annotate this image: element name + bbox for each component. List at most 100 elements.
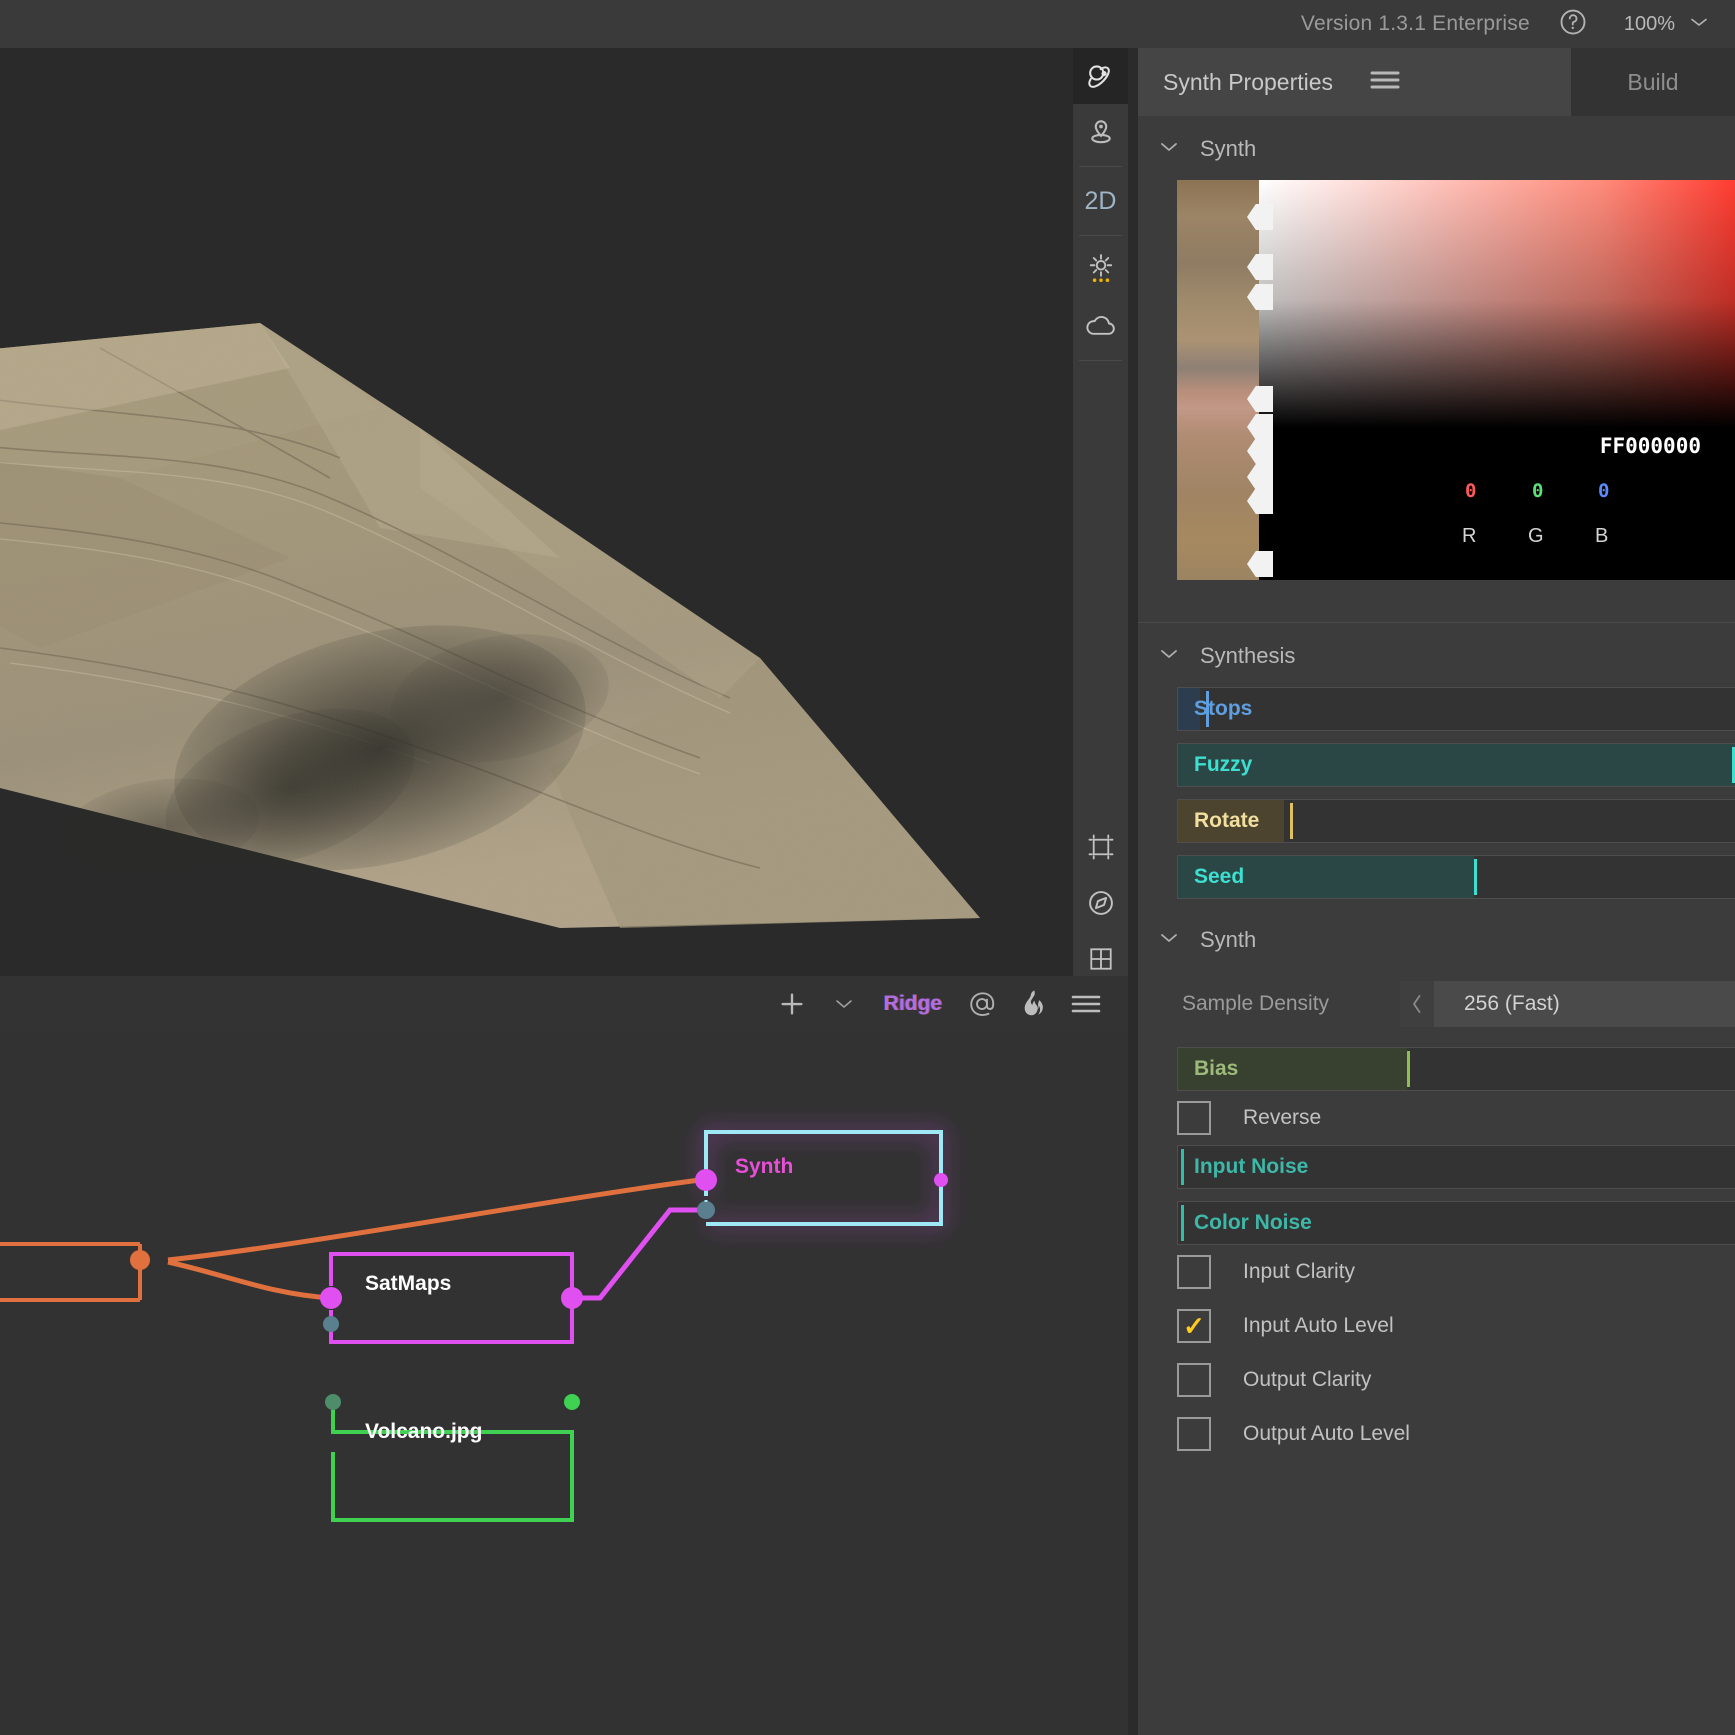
sample-density-label: Sample Density (1182, 992, 1330, 1015)
checkbox-output-auto-level[interactable]: Output Auto Level (1177, 1407, 1735, 1461)
chevron-down-icon[interactable] (1689, 15, 1709, 33)
application-window: Version 1.3.1 Enterprise 100% Ridge SatM… (0, 0, 1735, 1735)
slider-seed[interactable]: Seed (1177, 855, 1735, 899)
slider-stops-label: Stops (1194, 697, 1253, 720)
top-bar: Version 1.3.1 Enterprise 100% (0, 0, 1735, 48)
node-synth (704, 1130, 943, 1226)
rail-compass[interactable] (1073, 875, 1128, 931)
section-synth-options-header[interactable]: Synth (1138, 899, 1735, 971)
rail-orbit[interactable] (1073, 48, 1128, 104)
node-upstream-output-port (130, 1250, 150, 1270)
zoom-control[interactable]: 100% (1624, 13, 1709, 36)
add-node-chevron-down-icon[interactable] (818, 980, 870, 1028)
graph-toolbar: Ridge (0, 976, 1128, 1032)
slider-bias-label: Bias (1194, 1057, 1239, 1080)
terrain-mesh (0, 228, 1128, 948)
slider-stops[interactable]: Stops (1177, 687, 1735, 731)
color-g-label: G (1528, 525, 1544, 547)
slider-input-noise[interactable]: Input Noise (1177, 1145, 1735, 1189)
section-synthesis-header[interactable]: Synthesis (1138, 623, 1735, 687)
panel-menu-hamburger-icon[interactable] (1369, 70, 1401, 95)
rail-marker[interactable] (1073, 104, 1128, 160)
rail-lighting[interactable] (1073, 242, 1128, 298)
color-b-label: B (1595, 525, 1609, 547)
section-synth-gradient-header[interactable]: Synth (1138, 116, 1735, 180)
rail-2d[interactable]: 2D (1073, 173, 1128, 229)
node-synth-input-port-2 (697, 1201, 715, 1219)
checkbox-output-clarity-label: Output Clarity (1243, 1368, 1372, 1391)
add-node-button[interactable] (766, 980, 818, 1028)
version-label: Version 1.3.1 Enterprise (1300, 12, 1530, 35)
chevron-down-icon (1160, 931, 1178, 949)
slider-rotate[interactable]: Rotate (1177, 799, 1735, 843)
node-satmaps (320, 1252, 583, 1344)
checkbox-input-auto-level-box[interactable]: ✓ (1177, 1309, 1211, 1343)
help-circle-icon[interactable] (1558, 7, 1588, 42)
checkbox-reverse-box[interactable] (1177, 1101, 1211, 1135)
slider-fuzzy[interactable]: Fuzzy (1177, 743, 1735, 787)
slider-cursor[interactable] (1473, 859, 1477, 895)
chevron-down-icon (1160, 647, 1178, 665)
panel-header: Synth Properties Build (1138, 48, 1735, 116)
color-hex-value[interactable]: FF000000 (1600, 434, 1701, 458)
color-picker-field[interactable]: FF000000 0 0 0 R G B (1247, 180, 1735, 580)
checkbox-output-auto-level-box[interactable] (1177, 1417, 1211, 1451)
preset-label[interactable]: Ridge (870, 992, 956, 1016)
checkbox-input-clarity-label: Input Clarity (1243, 1260, 1356, 1283)
color-r-value[interactable]: 0 (1465, 480, 1476, 502)
node-volcano (325, 1394, 580, 1522)
tab-build[interactable]: Build (1571, 48, 1735, 116)
rail-grid[interactable] (1073, 931, 1128, 987)
slider-cursor[interactable] (1180, 1205, 1184, 1241)
checkbox-reverse-label: Reverse (1243, 1106, 1322, 1129)
node-synth-input-port-1 (695, 1169, 717, 1191)
checkbox-input-auto-level-label: Input Auto Level (1243, 1314, 1394, 1337)
checkbox-input-auto-level[interactable]: ✓ Input Auto Level (1177, 1299, 1735, 1353)
gradient-editor[interactable]: FF000000 0 0 0 R G B (1177, 180, 1735, 580)
viewport-tool-rail: 2D (1073, 48, 1128, 976)
slider-input-noise-label: Input Noise (1194, 1155, 1309, 1178)
properties-panel: Synth Properties Build Synth FF000000 0 … (1138, 48, 1735, 1735)
checkbox-output-clarity-box[interactable] (1177, 1363, 1211, 1397)
section-synthesis-label: Synthesis (1200, 643, 1296, 668)
checkbox-output-auto-level-label: Output Auto Level (1243, 1422, 1410, 1445)
rail-spacer (1073, 367, 1128, 819)
rail-divider-3 (1079, 360, 1122, 361)
slider-bias[interactable]: Bias (1177, 1047, 1735, 1091)
flame-icon[interactable] (1008, 980, 1060, 1028)
panel-title: Synth Properties (1163, 68, 1334, 95)
slider-color-noise-label: Color Noise (1194, 1211, 1312, 1234)
slider-color-noise[interactable]: Color Noise (1177, 1201, 1735, 1245)
chevron-down-icon (1160, 140, 1178, 158)
slider-cursor[interactable] (1289, 803, 1293, 839)
node-graph-svg (0, 1130, 948, 1522)
node-graph-canvas[interactable]: SatMaps Volcano.jpg Synth (0, 1032, 1128, 1735)
at-icon[interactable] (956, 980, 1008, 1028)
checkbox-input-clarity[interactable]: Input Clarity (1177, 1245, 1735, 1299)
section-synth-options-label: Synth (1200, 927, 1257, 952)
node-synth-output-port (934, 1173, 948, 1187)
color-g-value[interactable]: 0 (1532, 480, 1543, 502)
rail-crop[interactable] (1073, 819, 1128, 875)
graph-menu-hamburger-icon[interactable] (1060, 980, 1112, 1028)
checkbox-output-clarity[interactable]: Output Clarity (1177, 1353, 1735, 1407)
checkbox-reverse[interactable]: Reverse (1177, 1091, 1735, 1145)
chevron-left-icon[interactable] (1400, 981, 1434, 1027)
rail-sky[interactable] (1073, 298, 1128, 354)
rail-divider-2 (1079, 235, 1122, 236)
checkbox-input-clarity-box[interactable] (1177, 1255, 1211, 1289)
sample-density-row: Sample Density 256 (Fast) (1138, 979, 1735, 1029)
sample-density-dropdown[interactable]: 256 (Fast) (1434, 981, 1735, 1027)
gradient-preview-strip (1177, 180, 1259, 580)
rail-divider-1 (1079, 166, 1122, 167)
viewport-3d[interactable] (0, 48, 1128, 976)
slider-cursor[interactable] (1406, 1051, 1410, 1087)
color-b-value[interactable]: 0 (1598, 480, 1609, 502)
gradient-spacer (1138, 580, 1735, 622)
slider-cursor[interactable] (1180, 1149, 1184, 1185)
